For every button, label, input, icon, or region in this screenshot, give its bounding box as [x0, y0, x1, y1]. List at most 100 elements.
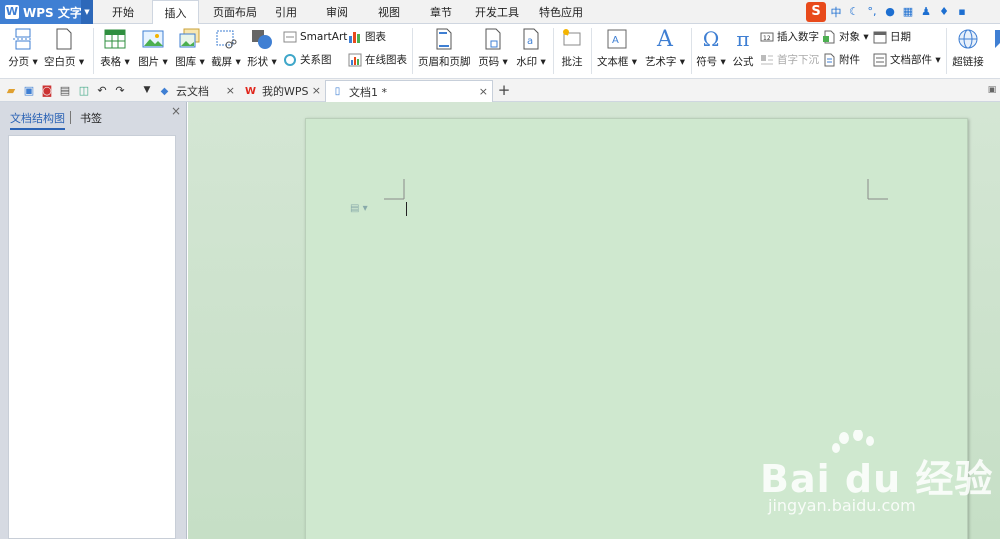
- comment-icon: [560, 27, 584, 51]
- smartart-label: SmartArt: [300, 30, 348, 43]
- undo-icon[interactable]: ↶: [95, 83, 109, 97]
- watermark-button[interactable]: a 水印 ▾: [513, 27, 549, 77]
- user-icon[interactable]: ♟: [918, 4, 934, 20]
- symbol-button[interactable]: Ω 符号 ▾: [695, 27, 727, 77]
- app-menu-button[interactable]: W WPS 文字 ▼: [0, 0, 93, 24]
- tab-view[interactable]: 视图: [370, 0, 408, 24]
- object-button[interactable]: 对象 ▾: [822, 28, 869, 45]
- tab-bookmarks[interactable]: 书签: [80, 110, 102, 126]
- page-number-label: 页码: [478, 56, 500, 68]
- close-icon[interactable]: ×: [479, 85, 488, 98]
- close-icon[interactable]: ×: [171, 104, 181, 118]
- margin-corner-top-right: [867, 179, 888, 200]
- textbox-icon: A: [605, 27, 629, 51]
- save-icon[interactable]: ▣: [22, 83, 36, 97]
- shirt-icon[interactable]: ♦: [936, 4, 952, 20]
- open-folder-icon[interactable]: ▰: [4, 83, 18, 97]
- attachment-button[interactable]: 附件: [822, 51, 860, 68]
- bar-chart-icon: [348, 30, 362, 44]
- outline-list[interactable]: [8, 135, 176, 539]
- tab-review[interactable]: 审阅: [318, 0, 356, 24]
- smartart-button[interactable]: SmartArt: [283, 28, 347, 45]
- drop-cap-button[interactable]: 首字下沉: [760, 51, 819, 68]
- tab-insert[interactable]: 插入: [152, 0, 199, 25]
- chinese-mode-icon[interactable]: 中: [828, 4, 844, 20]
- doc-tab-cloud[interactable]: ◆ 云文档 ×: [153, 80, 239, 102]
- tab-developer[interactable]: 开发工具: [469, 0, 525, 24]
- attachment-icon: [822, 53, 836, 67]
- shape-label: 形状: [247, 56, 269, 68]
- svg-text:A: A: [612, 35, 619, 46]
- wordart-button[interactable]: A 艺术字 ▾: [643, 27, 687, 77]
- tab-home[interactable]: 开始: [100, 0, 146, 24]
- textbox-button[interactable]: A 文本框 ▾: [596, 27, 638, 77]
- tab-special[interactable]: 特色应用: [531, 0, 591, 24]
- new-tab-plus-icon[interactable]: +: [497, 81, 511, 99]
- date-button[interactable]: 日期: [873, 28, 911, 45]
- moon-icon[interactable]: ☾: [846, 4, 862, 20]
- doc-tab-mywps[interactable]: W 我的WPS ×: [239, 80, 325, 102]
- tab-page-layout[interactable]: 页面布局: [205, 0, 265, 24]
- grid-icon[interactable]: ▪: [954, 4, 970, 20]
- print-icon[interactable]: ▤: [58, 83, 72, 97]
- formula-button[interactable]: π 公式: [730, 27, 756, 77]
- close-icon[interactable]: ×: [226, 84, 235, 97]
- page-number-button[interactable]: 页码 ▾: [475, 27, 511, 77]
- doc-tab-document1[interactable]: ▯ 文档1 * ×: [325, 80, 493, 102]
- online-chart-label: 在线图表: [365, 54, 407, 66]
- sogou-ime-icon[interactable]: S: [806, 1, 826, 22]
- redo-icon[interactable]: ↷: [113, 83, 127, 97]
- table-button[interactable]: 表格 ▾: [98, 27, 132, 77]
- hyperlink-button[interactable]: 超链接: [950, 27, 986, 77]
- customize-dropdown-icon[interactable]: ▼: [140, 83, 154, 97]
- screenshot-label: 截屏: [211, 56, 233, 68]
- blank-page-button[interactable]: 空白页 ▾: [44, 27, 84, 77]
- comment-button[interactable]: 批注: [558, 27, 586, 77]
- screenshot-button[interactable]: 截屏 ▾: [209, 27, 243, 77]
- wordart-label: 艺术字: [644, 56, 677, 68]
- doc-parts-icon: [873, 53, 887, 67]
- text-cursor: [406, 202, 407, 216]
- ribbon-divider: [946, 28, 947, 74]
- tab-document-outline[interactable]: 文档结构图: [10, 110, 65, 130]
- comment-label: 批注: [561, 56, 583, 68]
- export-pdf-icon[interactable]: ◙: [40, 83, 54, 97]
- insert-number-button[interactable]: 12 插入数字: [760, 28, 819, 45]
- document-workspace[interactable]: ▤ ▾ Bai du 经验 jingyan.baidu.com: [188, 102, 1000, 539]
- watermark-url: jingyan.baidu.com: [768, 496, 916, 515]
- microphone-icon[interactable]: ●: [882, 4, 898, 20]
- page-break-button[interactable]: 分页 ▾: [6, 27, 40, 77]
- ime-toolbar: S 中 ☾ °, ● ▦ ♟ ♦ ▪: [806, 1, 970, 22]
- baidu-watermark: Bai du 经验 jingyan.baidu.com: [760, 430, 1000, 530]
- watermark-icon: a: [519, 27, 543, 51]
- picture-button[interactable]: 图片 ▾: [136, 27, 170, 77]
- doc-parts-button[interactable]: 文档部件 ▾: [873, 51, 941, 68]
- tab-references[interactable]: 引用: [267, 0, 305, 24]
- chart-button[interactable]: 图表: [348, 28, 386, 45]
- doc-tab-label: 文档1 *: [349, 85, 387, 99]
- chevron-down-icon[interactable]: ▼: [81, 0, 93, 24]
- online-chart-icon: [348, 53, 362, 67]
- keyboard-icon[interactable]: ▦: [900, 4, 916, 20]
- wps-logo-icon: W: [244, 85, 257, 97]
- svg-text:a: a: [527, 36, 533, 47]
- print-preview-icon[interactable]: ◫: [77, 83, 91, 97]
- bookmark-button[interactable]: [988, 27, 1000, 77]
- punctuation-icon[interactable]: °,: [864, 4, 880, 20]
- tab-chapter[interactable]: 章节: [422, 0, 460, 24]
- header-footer-button[interactable]: 页眉和页脚: [418, 27, 471, 77]
- insert-number-label: 插入数字: [777, 31, 819, 43]
- date-label: 日期: [890, 31, 911, 43]
- shape-button[interactable]: 形状 ▾: [245, 27, 279, 77]
- header-footer-label: 页眉和页脚: [418, 56, 471, 68]
- pi-icon: π: [736, 27, 750, 51]
- menu-bar: W WPS 文字 ▼ 开始 插入 页面布局 引用 审阅 视图 章节 开发工具 特…: [0, 0, 1000, 25]
- margin-corner-top-left: [384, 179, 405, 200]
- relation-chart-button[interactable]: 关系图: [283, 51, 332, 68]
- online-chart-button[interactable]: 在线图表: [348, 51, 407, 68]
- tab-list-icon[interactable]: ▣: [985, 83, 999, 97]
- close-icon[interactable]: ×: [312, 84, 321, 97]
- smartart-icon: [283, 30, 297, 44]
- paste-options-icon[interactable]: ▤ ▾: [350, 203, 368, 214]
- gallery-button[interactable]: 图库 ▾: [173, 27, 207, 77]
